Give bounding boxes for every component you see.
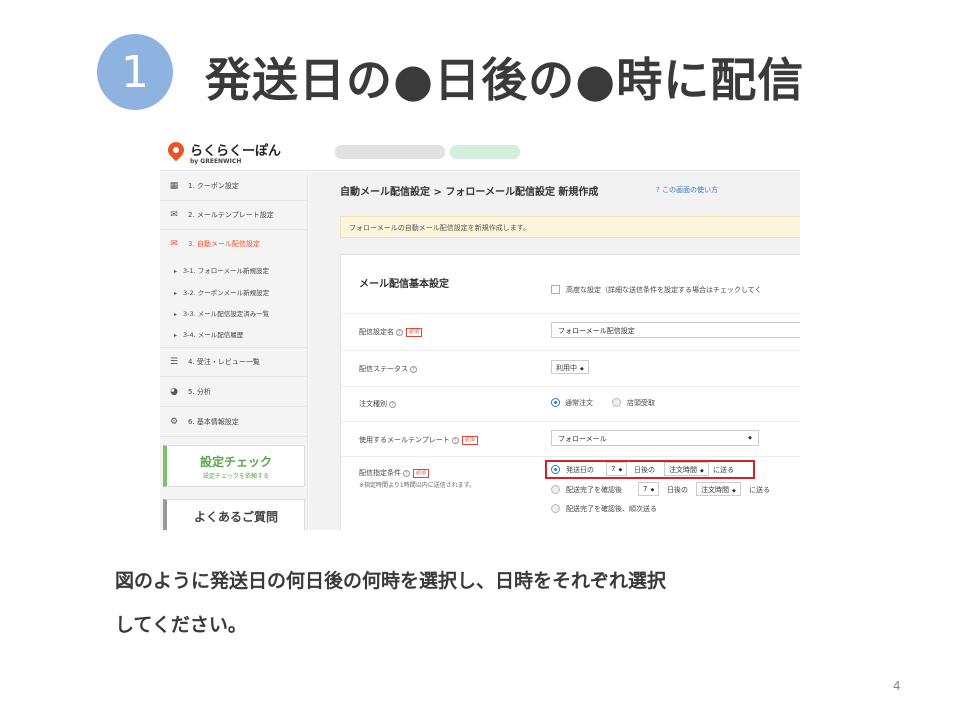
delivery-time-value: 注文時間 xyxy=(701,486,729,494)
description-line-1: 図のように発送日の何日後の何時を選択し、日時をそれぞれ選択 xyxy=(115,570,667,592)
help-link[interactable]: ? この画面の使い方 xyxy=(656,185,718,195)
sidebar-subitem-coupon-new[interactable]: 3-2. クーポンメール新規設定 xyxy=(174,287,269,297)
sidebar-item-label: 5. 分析 xyxy=(188,387,211,396)
divider xyxy=(341,386,800,387)
slide-title: 発送日の●日後の●時に配信 xyxy=(205,53,805,107)
sidebar-item-label: 1. クーポン設定 xyxy=(188,182,239,190)
mail-icon: ✉ xyxy=(170,210,178,220)
delivery-days-value: 7 xyxy=(643,485,648,493)
status-select-value: 利用中 xyxy=(556,364,577,372)
condition-delivery-prefix: 配送完了を確認後 xyxy=(566,486,622,494)
condition-delivery-radio[interactable] xyxy=(551,485,560,494)
divider xyxy=(341,350,800,351)
row-label-text: 配信設定名 xyxy=(359,328,394,336)
blurred-account-info xyxy=(335,145,445,159)
sidebar: ▦ 1. クーポン設定 ✉ 2. メールテンプレート設定 ✉ 3. 自動メール配… xyxy=(160,172,308,530)
order-type-store-radio[interactable] xyxy=(612,398,621,407)
app-screenshot: らくらくーぽん by GREENWICH ▦ 1. クーポン設定 ✉ 2. メー… xyxy=(160,133,800,530)
required-badge: 必須 xyxy=(406,327,423,337)
select-arrow-icon: ◆ xyxy=(650,487,655,493)
app-header: らくらくーぽん by GREENWICH xyxy=(160,133,800,171)
required-badge: 必須 xyxy=(413,468,430,478)
info-banner: フォローメールの自動メール配信設定を新規作成します。 xyxy=(340,216,800,238)
row-label-status: 配信ステータス? xyxy=(359,364,417,374)
row-label-text: 配信ステータス xyxy=(359,365,408,373)
condition-note: ※指定時間より1時間以内に送信されます。 xyxy=(359,482,476,489)
sidebar-item-coupon[interactable]: ▦ 1. クーポン設定 xyxy=(160,172,308,201)
sidebar-item-label: 2. メールテンプレート設定 xyxy=(188,211,274,219)
sidebar-item-auto-mail[interactable]: ✉ 3. 自動メール配信設定 xyxy=(160,230,308,258)
coupon-icon: ▦ xyxy=(169,181,179,191)
condition-delivery-suffix: に送る xyxy=(749,486,770,494)
row-label-condition: 配信指定条件? 必須 xyxy=(359,468,430,478)
sidebar-subitem-configured-list[interactable]: 3-3. メール配信設定済み一覧 xyxy=(174,308,269,318)
blurred-account-badge xyxy=(450,145,520,159)
sidebar-item-analysis[interactable]: ◕ 5. 分析 xyxy=(160,377,308,407)
row-label-name: 配信設定名? 必須 xyxy=(359,327,423,337)
order-type-normal-label: 通常注文 xyxy=(565,399,593,407)
template-select[interactable]: フォローメール ◆ xyxy=(551,430,759,446)
sidebar-subitem-history[interactable]: 3-4. メール配信履歴 xyxy=(174,329,243,339)
sidebar-subitem-follow-new[interactable]: 3-1. フォローメール新規設定 xyxy=(174,265,269,275)
highlight-box xyxy=(545,460,755,479)
list-icon: ☰ xyxy=(169,357,179,367)
row-label-text: 使用するメールテンプレート xyxy=(359,436,450,444)
settings-check-title: 設定チェック xyxy=(199,455,272,469)
divider xyxy=(341,313,800,314)
advanced-settings-checkbox[interactable] xyxy=(551,285,560,294)
name-input[interactable]: フォローメール配信設定 xyxy=(551,322,800,338)
mail-settings-card: メール配信基本設定 高度な設定（詳細な送信条件を設定する場合はチェックしてく 配… xyxy=(340,254,800,530)
select-arrow-icon: ◆ xyxy=(580,366,584,372)
description-line-2: してください。 xyxy=(115,614,247,636)
sidebar-item-label: 4. 受注・レビュー一覧 xyxy=(188,358,260,366)
help-icon[interactable]: ? xyxy=(410,365,417,373)
divider xyxy=(341,421,800,422)
template-select-value: フォローメール xyxy=(558,435,607,443)
condition-delivery-mid: 日後の xyxy=(667,486,688,494)
main-content: 自動メール配信設定 > フォローメール配信設定 新規作成 ? この画面の使い方 … xyxy=(309,172,800,530)
step-number-circle: 1 xyxy=(97,34,173,110)
gear-icon: ⚙ xyxy=(169,416,179,427)
card-heading: メール配信基本設定 xyxy=(359,279,449,290)
app-logo-sub: by GREENWICH xyxy=(190,158,242,165)
help-icon[interactable]: ? xyxy=(396,328,403,336)
breadcrumb: 自動メール配信設定 > フォローメール配信設定 新規作成 xyxy=(340,187,599,198)
select-arrow-icon: ◆ xyxy=(748,435,752,441)
help-icon[interactable]: ? xyxy=(451,436,459,444)
required-badge: 必須 xyxy=(461,435,478,445)
sidebar-item-orders[interactable]: ☰ 4. 受注・レビュー一覧 xyxy=(160,347,308,377)
condition-sequential-label: 配送完了を確認後、順次送る xyxy=(566,505,657,513)
row-label-text: 注文種別 xyxy=(359,400,387,408)
help-icon: ? xyxy=(656,186,660,194)
sidebar-item-label: 3. 自動メール配信設定 xyxy=(188,240,260,248)
row-label-template: 使用するメールテンプレート? 必須 xyxy=(359,435,478,445)
sidebar-item-label: 6. 基本情報設定 xyxy=(188,417,239,426)
step-number: 1 xyxy=(121,46,149,98)
help-icon[interactable]: ? xyxy=(403,469,410,477)
row-label-order-type: 注文種別? xyxy=(359,399,396,409)
order-type-normal-radio[interactable] xyxy=(551,398,560,407)
settings-check-button[interactable]: 設定チェック 設定チェックを依頼する xyxy=(163,445,305,487)
help-icon[interactable]: ? xyxy=(389,400,396,408)
faq-title: よくあるご質問 xyxy=(193,510,278,524)
order-type-store-label: 店頭受取 xyxy=(627,399,655,407)
advanced-settings-label: 高度な設定（詳細な送信条件を設定する場合はチェックしてく xyxy=(566,286,762,294)
pie-chart-icon: ◕ xyxy=(170,386,178,397)
row-label-text: 配信指定条件 xyxy=(359,469,401,477)
page-number: 4 xyxy=(893,679,901,693)
sidebar-item-mail-template[interactable]: ✉ 2. メールテンプレート設定 xyxy=(160,201,308,230)
condition-sequential-radio[interactable] xyxy=(551,504,560,513)
app-logo[interactable]: らくらくーぽん xyxy=(190,140,281,159)
delivery-time-select[interactable]: 注文時間 ◆ xyxy=(696,482,741,496)
select-arrow-icon: ◆ xyxy=(732,488,736,494)
sidebar-item-basic-settings[interactable]: ⚙ 6. 基本情報設定 xyxy=(160,407,308,437)
delivery-days-select[interactable]: 7 ◆ xyxy=(638,482,660,496)
help-link-label: この画面の使い方 xyxy=(661,186,718,194)
settings-check-subtitle: 設定チェックを依頼する xyxy=(202,473,269,480)
faq-button[interactable]: よくあるご質問 xyxy=(163,499,305,530)
logo-pin-icon xyxy=(164,138,188,162)
auto-mail-icon: ✉ xyxy=(170,239,178,249)
divider xyxy=(341,456,800,457)
status-select[interactable]: 利用中 ◆ xyxy=(551,360,589,374)
